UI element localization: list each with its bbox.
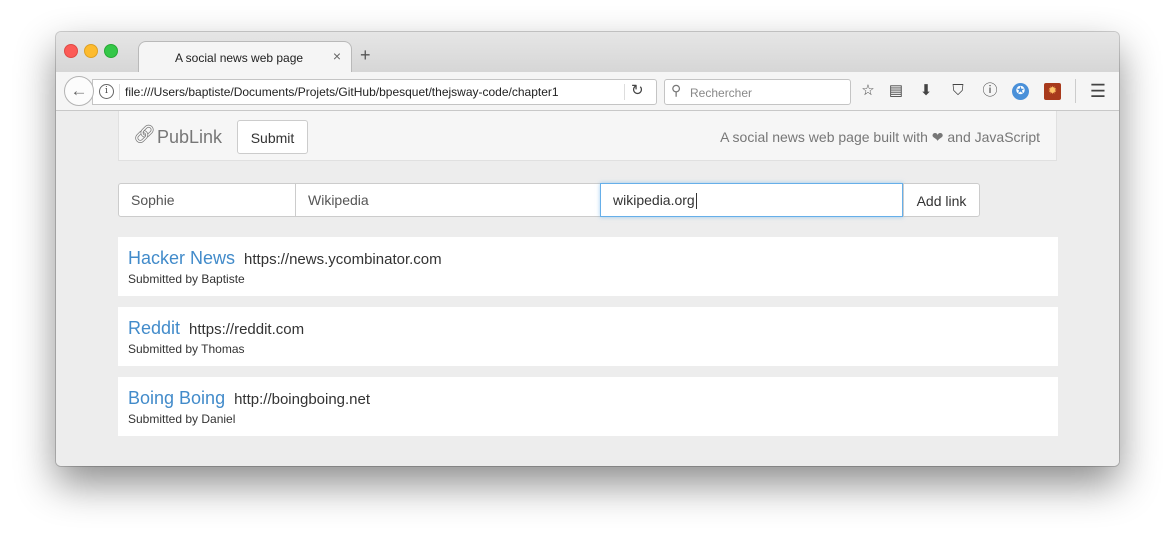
page-content: 🔗︎ PubLink Submit A social news web page… (56, 111, 1119, 466)
back-button[interactable]: ← (64, 76, 94, 106)
extension-red-icon[interactable]: ✹ (1044, 83, 1061, 100)
window-minimize-button[interactable] (84, 44, 98, 58)
link-heading: Reddit https://reddit.com (128, 318, 304, 339)
search-bar[interactable]: ⚲ Rechercher (664, 79, 851, 105)
reading-list-icon[interactable]: ▤ (886, 81, 906, 101)
add-link-button[interactable]: Add link (903, 183, 980, 217)
link-heading: Hacker News https://news.ycombinator.com (128, 248, 442, 269)
password-manager-icon[interactable]: ⓘ (980, 81, 1000, 101)
link-title[interactable]: Hacker News (128, 248, 235, 268)
link-title-input-value: Wikipedia (308, 192, 369, 208)
navigation-bar: i file:///Users/baptiste/Documents/Proje… (56, 72, 1119, 111)
author-input-value: Sophie (131, 192, 175, 208)
browser-window: A social news web page × + i file:///Use… (56, 32, 1119, 466)
link-item: Reddit https://reddit.com Submitted by T… (118, 307, 1058, 366)
pocket-icon[interactable]: ⛉ (948, 81, 968, 101)
link-url-input[interactable]: wikipedia.org (600, 183, 903, 217)
menu-icon[interactable]: ☰ (1088, 81, 1108, 101)
tab-title: A social news web page (175, 51, 304, 65)
toolbar-divider (1075, 79, 1076, 103)
window-maximize-button[interactable] (104, 44, 118, 58)
info-icon[interactable]: i (99, 84, 114, 99)
window-close-button[interactable] (64, 44, 78, 58)
tab-close-icon[interactable]: × (333, 48, 341, 64)
link-author: Submitted by Baptiste (128, 272, 245, 286)
link-item: Hacker News https://news.ycombinator.com… (118, 237, 1058, 296)
link-title[interactable]: Reddit (128, 318, 180, 338)
link-author: Submitted by Thomas (128, 342, 245, 356)
link-title-input[interactable]: Wikipedia (296, 183, 601, 217)
reload-separator (624, 84, 625, 100)
url-text[interactable]: file:///Users/baptiste/Documents/Projets… (125, 85, 559, 99)
link-title[interactable]: Boing Boing (128, 388, 225, 408)
link-heading: Boing Boing http://boingboing.net (128, 388, 370, 409)
search-placeholder: Rechercher (690, 86, 753, 100)
reload-icon[interactable]: ↻ (631, 81, 644, 99)
link-url-input-value: wikipedia.org (613, 192, 695, 208)
app-navbar: 🔗︎ PubLink Submit A social news web page… (118, 111, 1057, 161)
author-input[interactable]: Sophie (118, 183, 296, 217)
url-bar[interactable]: i file:///Users/baptiste/Documents/Proje… (92, 79, 657, 105)
back-arrow-icon: ← (70, 81, 88, 100)
browser-tab[interactable]: A social news web page × (138, 41, 352, 73)
link-item: Boing Boing http://boingboing.net Submit… (118, 377, 1058, 436)
link-url: http://boingboing.net (234, 391, 371, 408)
text-caret (695, 193, 697, 210)
tab-bar: A social news web page × + (56, 32, 1119, 73)
bookmark-star-icon[interactable]: ☆ (858, 81, 878, 101)
tagline: A social news web page built with ❤ and … (720, 129, 1040, 145)
link-url: https://news.ycombinator.com (244, 251, 442, 268)
link-url: https://reddit.com (189, 321, 305, 338)
link-author: Submitted by Daniel (128, 412, 236, 426)
submit-button[interactable]: Submit (237, 120, 308, 154)
new-tab-icon[interactable]: + (360, 46, 371, 64)
search-icon: ⚲ (671, 82, 682, 98)
extension-blue-icon[interactable]: ✪ (1012, 83, 1029, 100)
download-icon[interactable]: ⬇ (916, 81, 936, 101)
link-icon: 🔗︎ (133, 124, 156, 144)
brand-name[interactable]: PubLink (157, 127, 222, 148)
url-separator (119, 84, 120, 100)
